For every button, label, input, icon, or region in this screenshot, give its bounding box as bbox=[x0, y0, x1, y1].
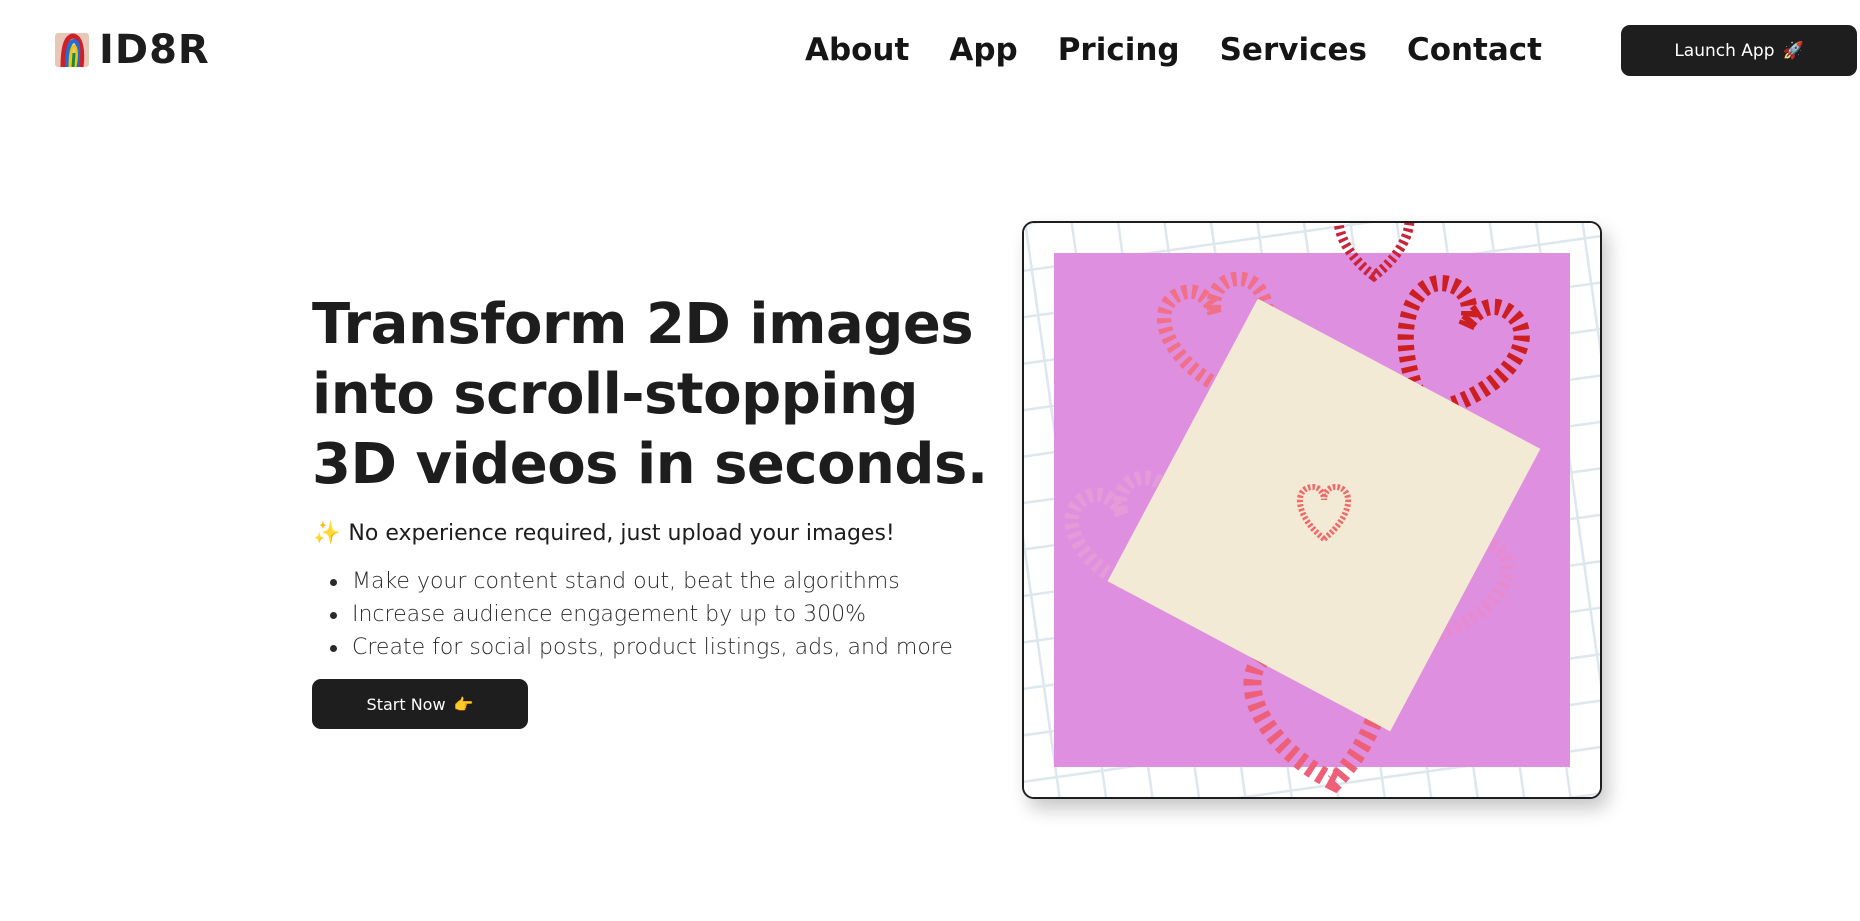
nav-services-link[interactable]: Services bbox=[1220, 30, 1367, 70]
nav-about-link[interactable]: About bbox=[805, 30, 909, 70]
feature-list: Make your content stand out, beat the al… bbox=[313, 565, 953, 664]
nav-contact-link[interactable]: Contact bbox=[1407, 30, 1542, 70]
hero-preview-frame bbox=[1022, 221, 1602, 799]
nav-app-link[interactable]: App bbox=[949, 30, 1017, 70]
pointing-hand-icon: 👉 bbox=[453, 694, 474, 714]
hero-title: Transform 2D images into scroll-stopping… bbox=[312, 292, 988, 497]
id8r-logo-icon bbox=[55, 31, 91, 69]
sparkle-icon: ✨ bbox=[313, 521, 341, 546]
feature-item: Increase audience engagement by up to 30… bbox=[313, 598, 953, 631]
launch-app-button[interactable]: Launch App 🚀 bbox=[1621, 25, 1857, 76]
hero-preview-image bbox=[1024, 223, 1600, 797]
main-nav: About App Pricing Services Contact bbox=[805, 30, 1542, 70]
hero-subtitle-text: No experience required, just upload your… bbox=[348, 521, 895, 546]
launch-app-label: Launch App bbox=[1674, 40, 1775, 61]
site-header: ID8R About App Pricing Services Contact … bbox=[0, 0, 1860, 100]
nav-pricing-link[interactable]: Pricing bbox=[1058, 30, 1180, 70]
start-now-button[interactable]: Start Now 👉 bbox=[312, 679, 528, 729]
hero-subtitle: ✨ No experience required, just upload yo… bbox=[313, 518, 895, 550]
rocket-icon: 🚀 bbox=[1782, 40, 1804, 61]
brand-name: ID8R bbox=[99, 27, 210, 73]
logo[interactable]: ID8R bbox=[55, 30, 210, 70]
feature-item: Create for social posts, product listing… bbox=[313, 631, 953, 664]
feature-item: Make your content stand out, beat the al… bbox=[313, 565, 953, 598]
start-now-label: Start Now bbox=[366, 694, 446, 714]
